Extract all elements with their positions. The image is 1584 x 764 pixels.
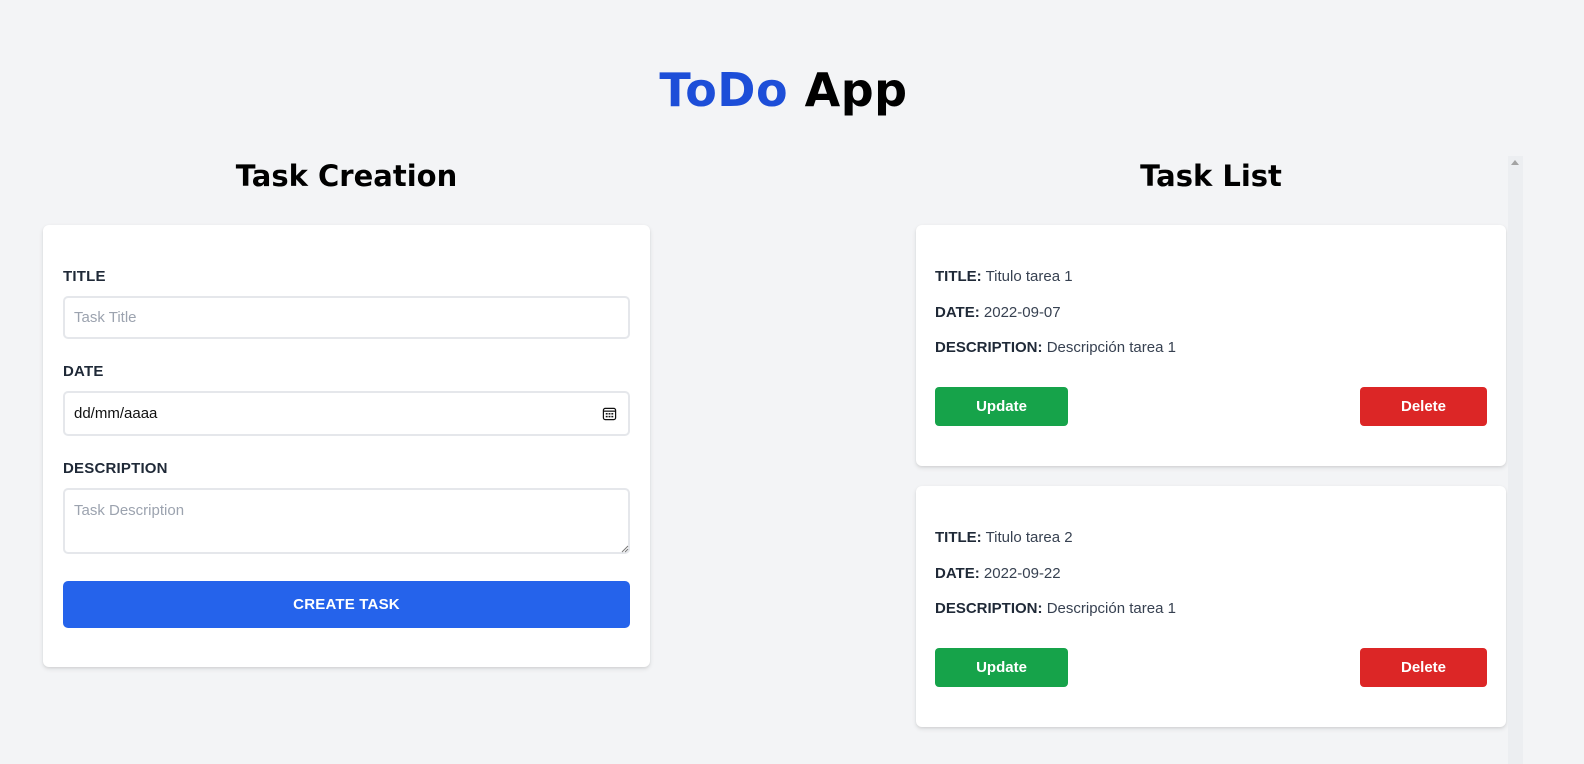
task-description-value: Descripción tarea 1: [1046, 600, 1176, 617]
task-list-heading: Task List: [1140, 159, 1282, 193]
resize-grip-icon[interactable]: [621, 545, 629, 553]
delete-button[interactable]: Delete: [1360, 648, 1487, 687]
task-description-label: DESCRIPTION:: [935, 339, 1043, 356]
task-date-line: DATE: 2022-09-07: [935, 304, 1061, 321]
task-description-line: DESCRIPTION: Descripción tarea 1: [935, 600, 1176, 617]
chevron-up-icon[interactable]: [1511, 160, 1519, 165]
task-title-label: TITLE:: [935, 529, 982, 546]
title-label: TITLE: [63, 268, 106, 285]
delete-button[interactable]: Delete: [1360, 387, 1487, 426]
update-button[interactable]: Update: [935, 648, 1068, 687]
task-date-value: 2022-09-22: [983, 565, 1061, 582]
task-date-value: 2022-09-07: [983, 304, 1061, 321]
app-title: ToDo App: [0, 60, 1567, 120]
task-card: TITLE: Titulo tarea 2 DATE: 2022-09-22 D…: [916, 486, 1506, 727]
task-title-input[interactable]: [63, 296, 630, 339]
description-label: DESCRIPTION: [63, 460, 168, 477]
task-list-scrollbar[interactable]: [1508, 156, 1523, 764]
app-title-rest: App: [804, 63, 908, 117]
task-date-label: DATE:: [935, 304, 980, 321]
date-label: DATE: [63, 363, 104, 380]
task-creation-heading: Task Creation: [235, 159, 458, 193]
task-title-line: TITLE: Titulo tarea 1: [935, 268, 1073, 285]
task-title-label: TITLE:: [935, 268, 982, 285]
task-title-value: Titulo tarea 2: [985, 529, 1073, 546]
task-description-label: DESCRIPTION:: [935, 600, 1043, 617]
task-title-line: TITLE: Titulo tarea 2: [935, 529, 1073, 546]
task-date-input[interactable]: dd/mm/aaaa: [63, 391, 630, 436]
update-button[interactable]: Update: [935, 387, 1068, 426]
calendar-icon[interactable]: [602, 406, 617, 421]
task-description-value: Descripción tarea 1: [1046, 339, 1176, 356]
task-description-line: DESCRIPTION: Descripción tarea 1: [935, 339, 1176, 356]
app-title-accent: ToDo: [659, 63, 789, 117]
task-title-value: Titulo tarea 1: [985, 268, 1073, 285]
date-value: dd/mm/aaaa: [74, 405, 158, 422]
create-task-button[interactable]: CREATE TASK: [63, 581, 630, 628]
task-description-input[interactable]: [63, 488, 630, 554]
task-creation-form: TITLE DATE dd/mm/aaaa DESCRIPTION CREATE…: [43, 225, 650, 667]
task-card: TITLE: Titulo tarea 1 DATE: 2022-09-07 D…: [916, 225, 1506, 466]
task-date-label: DATE:: [935, 565, 980, 582]
task-date-line: DATE: 2022-09-22: [935, 565, 1061, 582]
